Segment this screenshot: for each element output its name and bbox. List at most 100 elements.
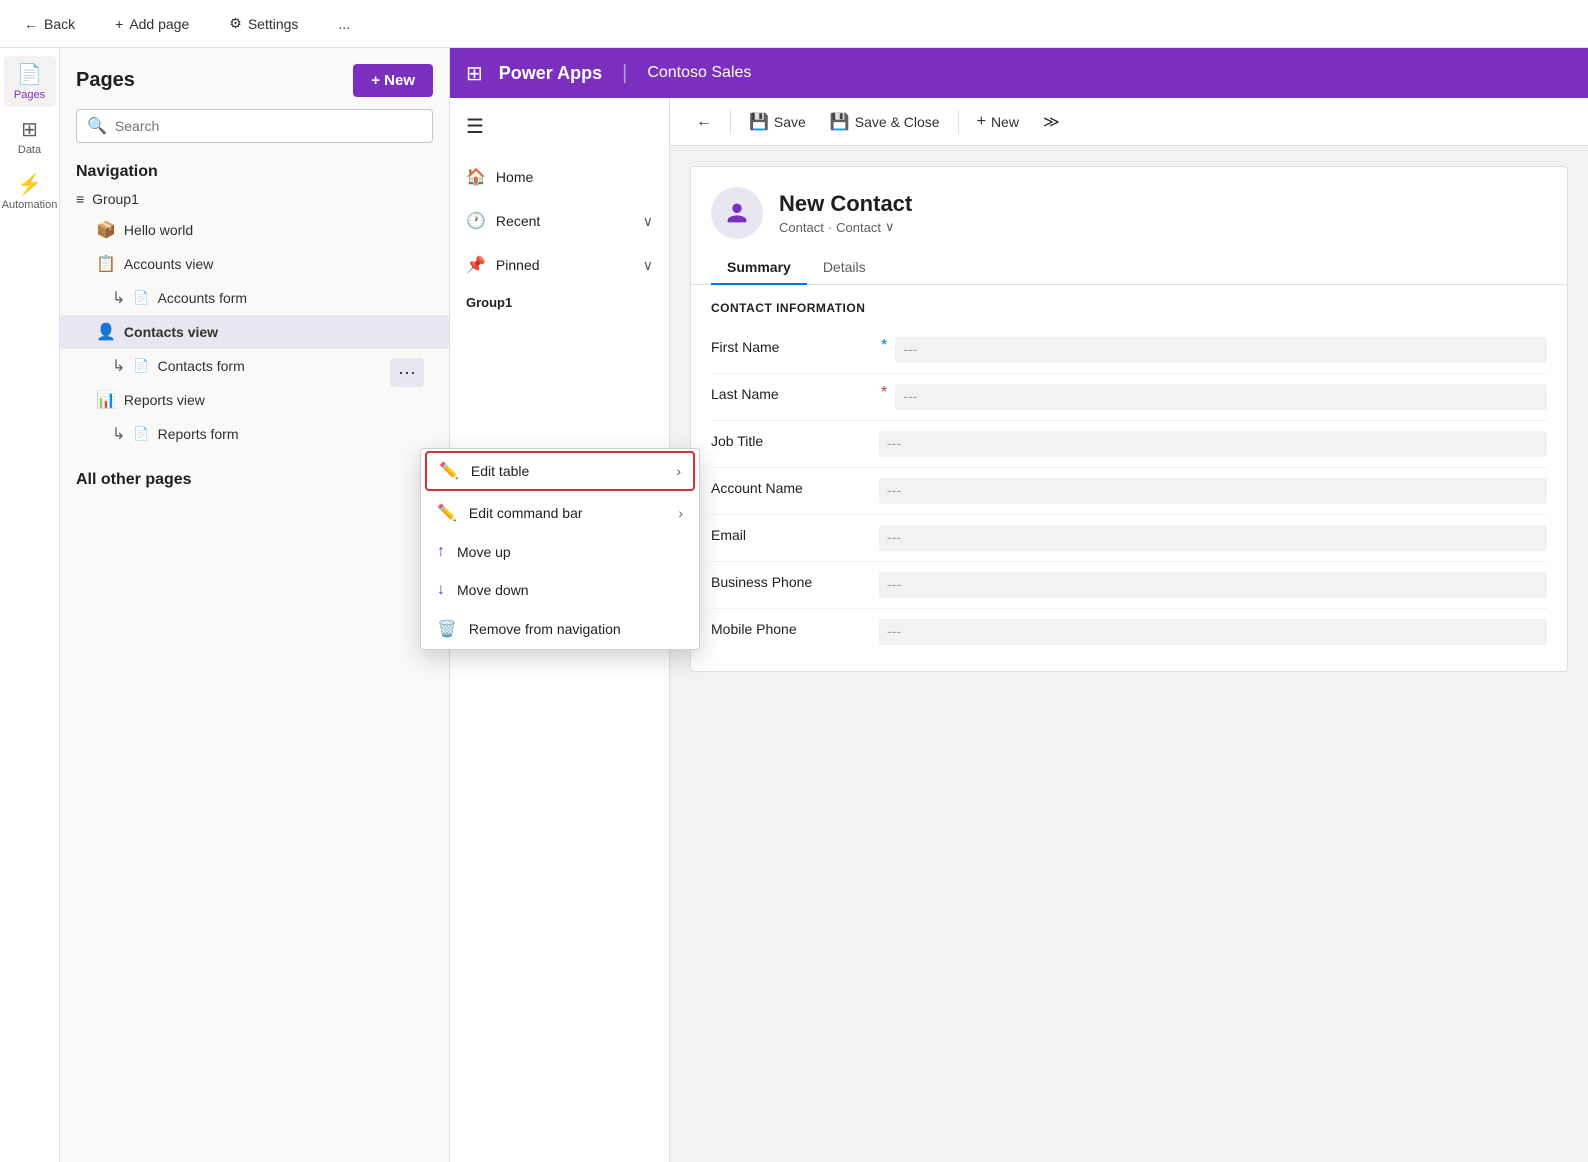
field-mobile-phone: Mobile Phone --- (711, 609, 1547, 655)
nav-group-label[interactable]: ≡ Group1 (60, 185, 449, 213)
app-grid-icon[interactable]: ⊞ (466, 61, 483, 86)
nav-item-reports-form[interactable]: ↳ 📄 Reports form (60, 417, 449, 451)
form-back-icon: ← (696, 113, 712, 131)
nav-group-name: Group1 (92, 191, 139, 207)
form-more-icon: ≫ (1043, 112, 1060, 132)
last-name-label: Last Name (711, 384, 871, 402)
contact-info: New Contact Contact · Contact ∨ (779, 191, 912, 235)
back-icon: ← (24, 16, 38, 32)
form-more-button[interactable]: ≫ (1033, 106, 1070, 138)
contacts-form-icon: ↳ (112, 356, 125, 376)
pages-label: Pages (14, 89, 45, 101)
pinned-expand-icon: ∨ (643, 257, 653, 274)
sidebar-item-data[interactable]: ⊞ Data (4, 111, 56, 162)
edit-table-label: Edit table (471, 463, 529, 479)
toolbar-divider-1 (730, 110, 731, 134)
first-name-required: * (881, 337, 887, 355)
new-page-button[interactable]: + New (353, 64, 433, 97)
pages-panel: Pages + New 🔍 Navigation ≡ Group1 📦 Hell… (60, 48, 450, 1162)
field-job-title: Job Title --- (711, 421, 1547, 468)
more-button[interactable]: ... (330, 12, 358, 36)
email-label: Email (711, 525, 871, 543)
search-input[interactable] (115, 118, 422, 134)
app-nav-home[interactable]: 🏠 Home (450, 155, 669, 199)
pinned-icon: 📌 (466, 255, 486, 275)
hello-world-icon: 📦 (96, 220, 116, 240)
context-menu-edit-table[interactable]: ✏️ Edit table › (425, 451, 695, 491)
tab-details[interactable]: Details (807, 251, 882, 285)
edit-command-bar-icon: ✏️ (437, 503, 457, 523)
form-toolbar: ← 💾 Save 💾 Save & Close + New (670, 98, 1588, 146)
move-down-label: Move down (457, 582, 529, 598)
nav-item-reports-view[interactable]: 📊 Reports view (60, 383, 449, 417)
context-menu-move-up[interactable]: ↑ Move up (421, 533, 699, 571)
job-title-value[interactable]: --- (879, 431, 1547, 457)
first-name-value[interactable]: --- (895, 337, 1547, 363)
nav-item-contacts-view[interactable]: 👤 Contacts view (60, 315, 449, 349)
hamburger-button[interactable]: ☰ (450, 98, 669, 155)
app-nav-recent[interactable]: 🕐 Recent ∨ (450, 199, 669, 243)
settings-label: Settings (248, 16, 299, 32)
hello-world-label: Hello world (124, 222, 193, 238)
field-email: Email --- (711, 515, 1547, 562)
main-layout: 📄 Pages ⊞ Data ⚡ Automation Pages + New … (0, 48, 1588, 1162)
save-close-button[interactable]: 💾 Save & Close (820, 106, 950, 138)
back-button[interactable]: ← Back (16, 12, 83, 36)
nav-item-accounts-form[interactable]: ↳ 📄 Accounts form (60, 281, 449, 315)
nav-item-hello-world[interactable]: 📦 Hello world (60, 213, 449, 247)
list-icon: ≡ (76, 191, 84, 207)
last-name-value[interactable]: --- (895, 384, 1547, 410)
edit-command-bar-label: Edit command bar (469, 505, 583, 521)
search-box[interactable]: 🔍 (76, 109, 433, 143)
breadcrumb-dot: · (828, 220, 832, 235)
move-down-icon: ↓ (437, 581, 445, 599)
email-value[interactable]: --- (879, 525, 1547, 551)
contact-type-chevron[interactable]: ∨ (885, 219, 895, 235)
pages-panel-header: Pages + New (60, 48, 449, 109)
data-label: Data (18, 144, 41, 156)
remove-navigation-icon: 🗑️ (437, 619, 457, 639)
sidebar-item-pages[interactable]: 📄 Pages (4, 56, 56, 107)
contacts-view-icon: 👤 (96, 322, 116, 342)
contact-tabs: Summary Details (691, 239, 1567, 285)
form-new-button[interactable]: + New (967, 107, 1029, 137)
move-up-icon: ↑ (437, 543, 445, 561)
app-nav-pinned[interactable]: 📌 Pinned ∨ (450, 243, 669, 287)
save-close-icon: 💾 (830, 112, 850, 132)
save-label: Save (774, 114, 806, 130)
save-button[interactable]: 💾 Save (739, 106, 816, 138)
context-menu-remove-navigation[interactable]: 🗑️ Remove from navigation (421, 609, 699, 649)
app-divider: | (622, 62, 627, 85)
add-page-button[interactable]: + Add page (107, 12, 197, 36)
context-menu-edit-command-bar[interactable]: ✏️ Edit command bar › (421, 493, 699, 533)
mobile-phone-value[interactable]: --- (879, 619, 1547, 645)
recent-expand-icon: ∨ (643, 213, 653, 230)
mobile-phone-label: Mobile Phone (711, 619, 871, 637)
form-back-button[interactable]: ← (686, 107, 722, 137)
data-icon: ⊞ (21, 117, 38, 142)
app-nav-group: Group1 (450, 287, 669, 314)
nav-item-dots-button[interactable]: ··· (390, 358, 424, 387)
contact-type2: Contact (836, 220, 881, 235)
app-top-bar: ⊞ Power Apps | Contoso Sales (450, 48, 1588, 98)
more-icon: ... (338, 16, 350, 32)
settings-button[interactable]: ⚙ Settings (221, 11, 306, 36)
recent-icon: 🕐 (466, 211, 486, 231)
reports-form-icon2: 📄 (133, 426, 149, 442)
tab-summary[interactable]: Summary (711, 251, 807, 285)
pinned-label: Pinned (496, 257, 540, 273)
home-icon: 🏠 (466, 167, 486, 187)
field-account-name: Account Name --- (711, 468, 1547, 515)
business-phone-value[interactable]: --- (879, 572, 1547, 598)
job-title-label: Job Title (711, 431, 871, 449)
first-name-label: First Name (711, 337, 871, 355)
nav-item-accounts-view[interactable]: 📋 Accounts view (60, 247, 449, 281)
sidebar-item-automation[interactable]: ⚡ Automation (4, 166, 56, 217)
account-name-value[interactable]: --- (879, 478, 1547, 504)
last-name-required: * (881, 384, 887, 402)
section-title: CONTACT INFORMATION (711, 301, 1547, 315)
contacts-form-icon2: 📄 (133, 358, 149, 374)
context-menu-move-down[interactable]: ↓ Move down (421, 571, 699, 609)
pages-icon: 📄 (17, 62, 42, 87)
all-other-pages-title: All other pages (60, 451, 449, 497)
